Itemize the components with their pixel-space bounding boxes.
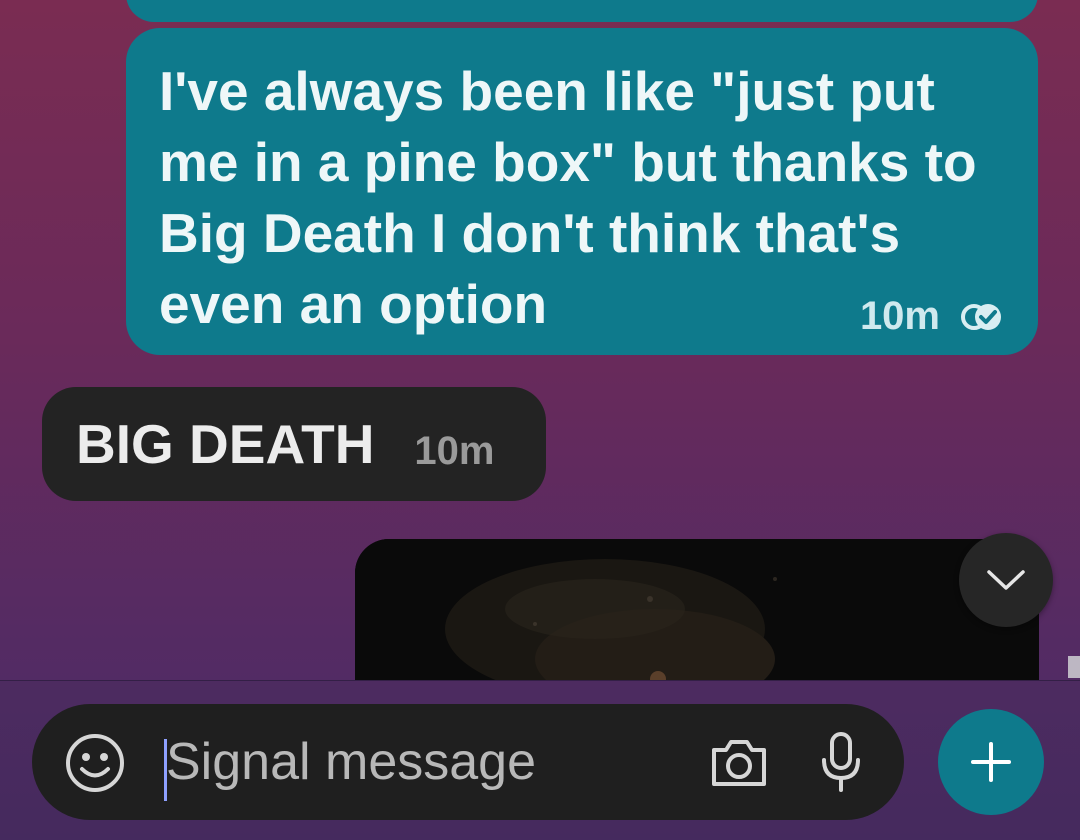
image-attachment — [355, 539, 1039, 680]
camera-icon[interactable] — [708, 734, 770, 790]
previous-message-bubble[interactable] — [126, 0, 1038, 22]
emoji-icon[interactable] — [64, 732, 126, 794]
scrollbar-indicator[interactable] — [1068, 656, 1080, 678]
plus-icon — [971, 742, 1011, 782]
conversation-screen: I've always been like "just put me in a … — [0, 0, 1080, 840]
message-list[interactable]: I've always been like "just put me in a … — [0, 0, 1080, 680]
attach-button[interactable] — [938, 709, 1044, 815]
incoming-message-bubble[interactable]: BIG DEATH 10m — [42, 387, 546, 501]
incoming-message-time: 10m — [414, 428, 495, 473]
outgoing-message-bubble[interactable]: I've always been like "just put me in a … — [126, 28, 1038, 355]
read-receipt-icon — [961, 303, 1001, 330]
scroll-to-bottom-button[interactable] — [959, 533, 1053, 627]
message-composer — [32, 704, 904, 820]
message-input[interactable] — [166, 726, 686, 798]
chevron-down-icon — [987, 570, 1025, 590]
composer-bar — [0, 680, 1080, 840]
microphone-icon[interactable] — [818, 730, 864, 794]
incoming-message-text: BIG DEATH — [76, 413, 375, 475]
outgoing-message-meta: 10m — [860, 294, 1006, 339]
image-message-bubble[interactable] — [355, 539, 1039, 680]
outgoing-message-time: 10m — [859, 294, 940, 338]
